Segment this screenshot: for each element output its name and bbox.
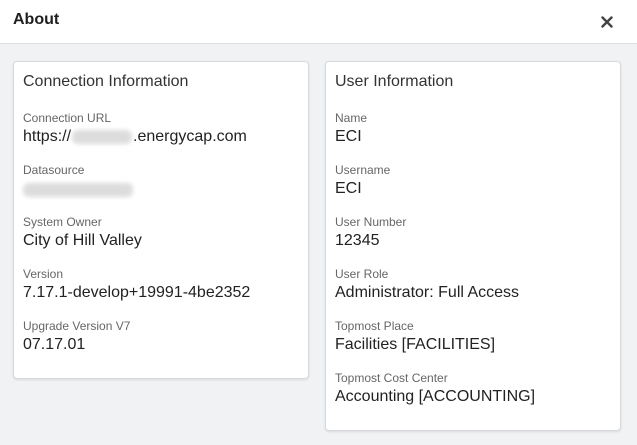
close-button[interactable] <box>597 12 617 32</box>
dialog-title: About <box>13 11 60 28</box>
user-role-label: User Role <box>335 267 389 281</box>
connection-info-card: Connection Information Connection URL ht… <box>13 61 309 379</box>
system-owner-field: System Owner City of Hill Valley <box>23 215 142 251</box>
user-info-title: User Information <box>335 73 454 90</box>
username-value: ECI <box>335 180 362 197</box>
system-owner-value: City of Hill Valley <box>23 232 142 249</box>
datasource-field: Datasource <box>23 163 133 199</box>
datasource-label: Datasource <box>23 163 85 177</box>
name-label: Name <box>335 111 368 125</box>
topmost-cost-center-label: Topmost Cost Center <box>335 371 448 385</box>
upgrade-version-value: 07.17.01 <box>23 336 86 353</box>
about-dialog: About Connection Information Connection … <box>0 0 637 445</box>
connection-url-prefix: https:// <box>23 128 72 145</box>
username-label: Username <box>335 163 391 177</box>
user-role-value: Administrator: Full Access <box>335 284 520 301</box>
datasource-value <box>23 179 133 199</box>
topmost-cost-center-field: Topmost Cost Center Accounting [ACCOUNTI… <box>335 371 535 407</box>
topmost-place-value: Facilities [FACILITIES] <box>335 336 496 353</box>
version-field: Version 7.17.1-develop+19991-4be2352 <box>23 267 250 303</box>
topmost-cost-center-value: Accounting [ACCOUNTING] <box>335 388 536 405</box>
system-owner-label: System Owner <box>23 215 102 229</box>
name-field: Name ECI <box>335 111 367 147</box>
topmost-place-label: Topmost Place <box>335 319 414 333</box>
version-value: 7.17.1-develop+19991-4be2352 <box>23 284 251 301</box>
user-number-value: 12345 <box>335 232 380 249</box>
upgrade-version-label: Upgrade Version V7 <box>23 319 131 333</box>
user-number-label: User Number <box>335 215 407 229</box>
username-field: Username ECI <box>335 163 390 199</box>
connection-info-title: Connection Information <box>23 73 189 90</box>
connection-url-suffix: .energycap.com <box>133 128 247 145</box>
topmost-place-field: Topmost Place Facilities [FACILITIES] <box>335 319 495 355</box>
user-role-field: User Role Administrator: Full Access <box>335 267 519 303</box>
name-value: ECI <box>335 128 362 145</box>
version-label: Version <box>23 267 64 281</box>
connection-url-field: Connection URL https:// .energycap.com <box>23 111 247 147</box>
upgrade-version-field: Upgrade Version V7 07.17.01 <box>23 319 130 355</box>
dialog-header: About <box>0 0 637 44</box>
redacted-datasource <box>23 183 133 198</box>
connection-url-value: https:// .energycap.com <box>23 127 247 147</box>
connection-url-label: Connection URL <box>23 111 112 125</box>
user-number-field: User Number 12345 <box>335 215 406 251</box>
redacted-subdomain <box>72 129 133 144</box>
user-info-card: User Information Name ECI Username ECI U… <box>325 61 621 431</box>
close-icon <box>601 16 613 28</box>
